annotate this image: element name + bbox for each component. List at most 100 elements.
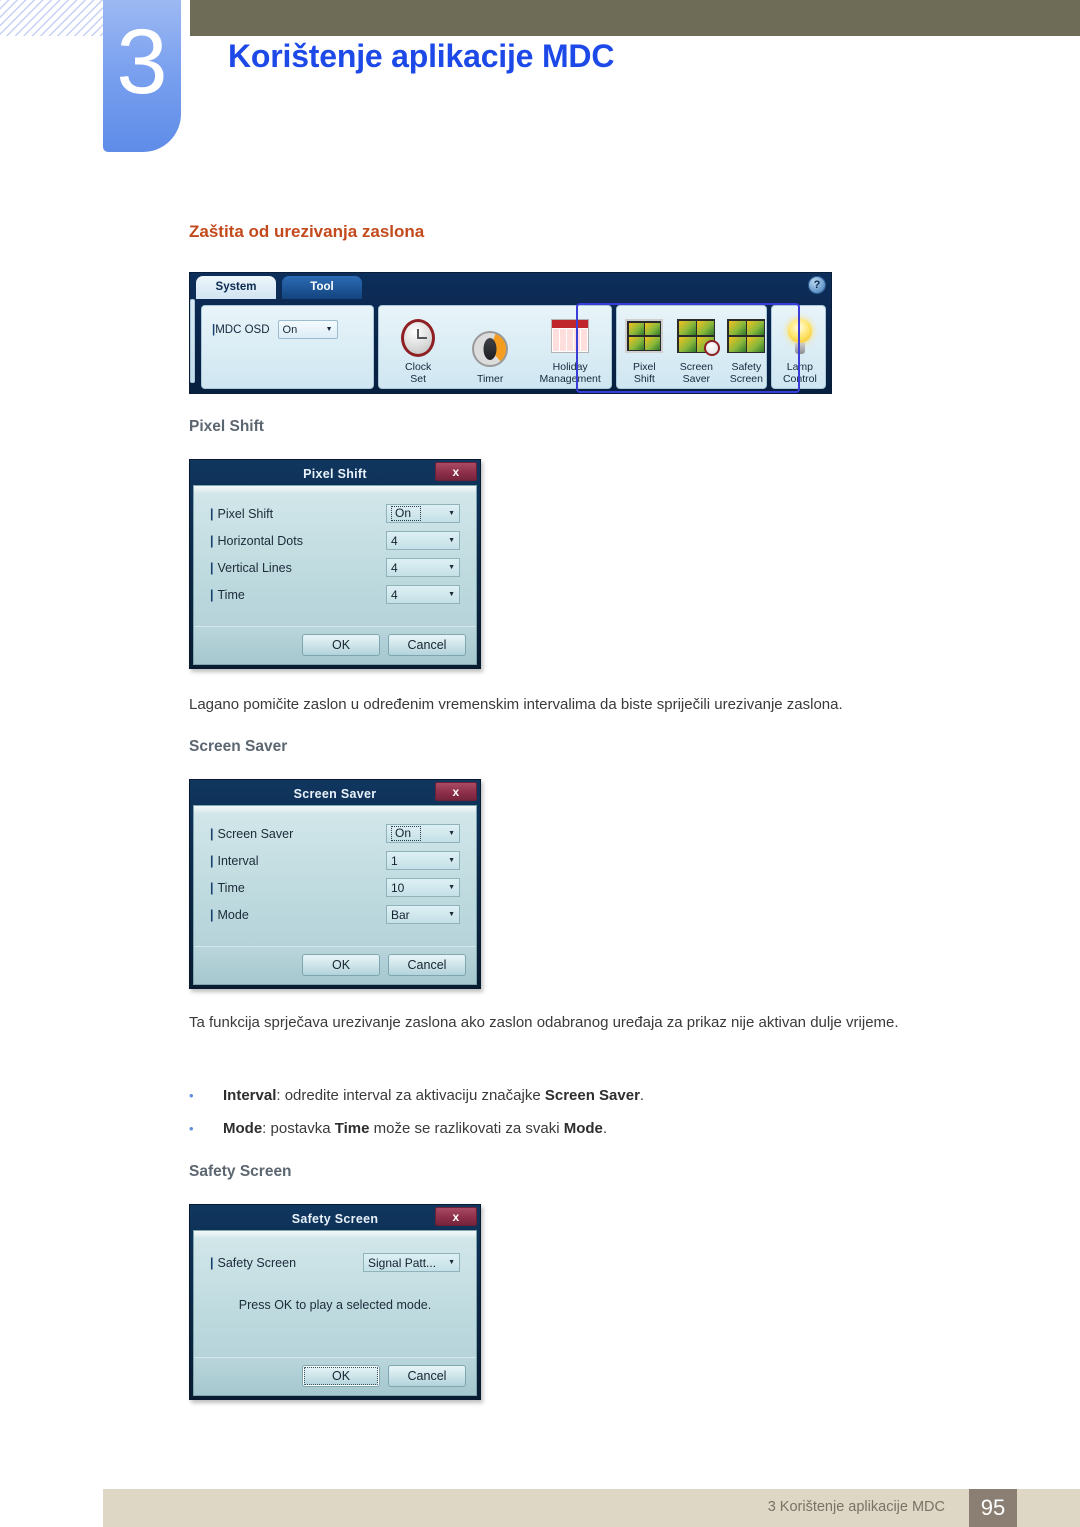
tool-label-line2: Set — [410, 373, 427, 385]
dialog-body: | Safety Screen Signal Patt... ▼ Press OK… — [193, 1230, 477, 1396]
bullet-marker: • — [189, 1088, 194, 1103]
horizontal-dots-dropdown[interactable]: 4 ▼ — [386, 531, 460, 550]
row-label: | Screen Saver — [210, 826, 294, 841]
row-label-text: Mode — [217, 907, 249, 922]
tool-label-line2: Control — [782, 373, 817, 385]
dialog-row: | Vertical Lines 4 ▼ — [210, 554, 460, 581]
dialog-rows: | Pixel Shift On ▼ | Horizontal Dots 4 ▼ |… — [194, 486, 476, 612]
cancel-button[interactable]: Cancel — [388, 634, 466, 656]
row-label-text: Pixel Shift — [217, 506, 274, 521]
safety-screen-note: Press OK to play a selected mode. — [238, 1298, 432, 1312]
dialog-row: | Time 10 ▼ — [210, 874, 460, 901]
time-dropdown[interactable]: 4 ▼ — [386, 585, 460, 604]
tool-holiday-management[interactable]: Holiday Management — [527, 316, 613, 385]
dialog-body: | Screen Saver On ▼ | Interval 1 ▼ | Time — [193, 805, 477, 985]
row-label: | Time — [210, 587, 245, 602]
time-dropdown[interactable]: 10 ▼ — [386, 878, 460, 897]
bullet-text: Mode: postavka Time može se razlikovati … — [223, 1120, 608, 1137]
tool-label-line1: Holiday — [552, 361, 588, 373]
row-label-text: Vertical Lines — [217, 560, 292, 575]
bullet-text: Interval: odredite interval za aktivacij… — [223, 1087, 645, 1104]
tool-timer[interactable]: Timer — [457, 329, 523, 385]
footer-text: 3 Korištenje aplikacije MDC — [767, 1499, 945, 1515]
row-label: | Pixel Shift — [210, 506, 274, 521]
ribbon-group-lamp: Lamp Control — [770, 305, 826, 389]
chevron-down-icon: ▼ — [448, 857, 455, 864]
help-icon[interactable]: ? — [808, 276, 826, 294]
pixel-shift-description: Lagano pomičite zaslon u određenim vreme… — [189, 696, 843, 713]
tool-label-line1: Timer — [476, 373, 504, 385]
tool-label-line2: Management — [539, 373, 601, 385]
calendar-icon — [550, 319, 590, 359]
ok-button[interactable]: OK — [302, 1365, 380, 1387]
row-value: 4 — [391, 533, 398, 548]
row-label: | Vertical Lines — [210, 560, 292, 575]
list-item: • Interval: odredite interval za aktivaci… — [189, 1083, 979, 1109]
list-item: • Mode: postavka Time može se razlikovati… — [189, 1116, 979, 1142]
row-value: 4 — [391, 560, 398, 575]
tool-clock-set[interactable]: Clock Set — [385, 319, 451, 385]
tool-lamp-control[interactable]: Lamp Control — [767, 318, 833, 385]
row-value: 1 — [391, 853, 398, 868]
screen-saver-dropdown[interactable]: On ▼ — [386, 824, 460, 843]
cancel-button[interactable]: Cancel — [388, 1365, 466, 1387]
dialog-row: | Horizontal Dots 4 ▼ — [210, 527, 460, 554]
row-value: Bar — [391, 907, 410, 922]
ok-button[interactable]: OK — [302, 954, 380, 976]
dialog-body: | Pixel Shift On ▼ | Horizontal Dots 4 ▼ |… — [193, 485, 477, 665]
pixel-shift-dialog: Pixel Shift x | Pixel Shift On ▼ | Horizon… — [189, 459, 481, 669]
row-label-text: Screen Saver — [217, 826, 294, 841]
tab-tool[interactable]: Tool — [282, 276, 362, 299]
chevron-down-icon: ▼ — [448, 830, 455, 837]
dialog-row: | Screen Saver On ▼ — [210, 820, 460, 847]
bullet-marker: • — [189, 1121, 194, 1136]
mdc-osd-label: |MDC OSD — [212, 323, 270, 336]
dialog-row: | Interval 1 ▼ — [210, 847, 460, 874]
chevron-down-icon: ▼ — [325, 326, 333, 333]
row-label-text: Interval — [217, 853, 259, 868]
mdc-osd-label-text: MDC OSD — [215, 323, 270, 336]
vertical-lines-dropdown[interactable]: 4 ▼ — [386, 558, 460, 577]
row-value: Signal Patt... — [368, 1255, 437, 1270]
mdc-toolbar-screenshot: System Tool ? |MDC OSD On ▼ Clock Set Ti… — [189, 272, 832, 394]
dialog-rows: | Safety Screen Signal Patt... ▼ Press OK… — [194, 1231, 476, 1322]
chevron-down-icon: ▼ — [448, 911, 455, 918]
dialog-title-text: Safety Screen — [291, 1212, 379, 1226]
dialog-row: | Mode Bar ▼ — [210, 901, 460, 928]
row-label: | Safety Screen — [210, 1255, 297, 1270]
dialog-footer: OK Cancel — [194, 626, 476, 664]
interval-dropdown[interactable]: 1 ▼ — [386, 851, 460, 870]
document-page: 3 Korištenje aplikacije MDC Zaštita od u… — [0, 0, 1080, 1527]
chevron-down-icon: ▼ — [448, 1259, 455, 1266]
close-icon[interactable]: x — [435, 462, 477, 481]
ribbon-group-screen-protection: Pixel Shift Screen Saver Safety Screen — [616, 305, 767, 389]
close-icon[interactable]: x — [435, 1207, 477, 1226]
row-label: | Interval — [210, 853, 259, 868]
cancel-button[interactable]: Cancel — [388, 954, 466, 976]
pixel-shift-icon — [624, 319, 664, 359]
row-label-text: Horizontal Dots — [217, 533, 303, 548]
mdc-osd-value: On — [282, 323, 298, 336]
dialog-footer: OK Cancel — [194, 946, 476, 984]
safety-screen-dropdown[interactable]: Signal Patt... ▼ — [363, 1253, 460, 1272]
timer-icon — [470, 331, 510, 371]
header-olive-band — [190, 0, 1080, 36]
screen-saver-dialog: Screen Saver x | Screen Saver On ▼ | Inter… — [189, 779, 481, 989]
chevron-down-icon: ▼ — [448, 510, 455, 517]
screen-saver-icon — [676, 319, 721, 359]
section-heading: Zaštita od urezivanja zaslona — [189, 222, 425, 241]
chevron-down-icon: ▼ — [448, 591, 455, 598]
mode-dropdown[interactable]: Bar ▼ — [386, 905, 460, 924]
ok-button[interactable]: OK — [302, 634, 380, 656]
chapter-number: 3 — [116, 11, 168, 113]
dialog-row: | Time 4 ▼ — [210, 581, 460, 608]
row-label-text: Time — [217, 880, 245, 895]
close-icon[interactable]: x — [435, 782, 477, 801]
dialog-row: | Safety Screen Signal Patt... ▼ — [210, 1249, 460, 1276]
pixel-shift-dropdown[interactable]: On ▼ — [386, 504, 460, 523]
clock-icon — [398, 319, 438, 359]
tab-system[interactable]: System — [196, 276, 276, 299]
tool-label-line1: Clock — [405, 361, 432, 373]
mdc-ribbon-body: |MDC OSD On ▼ Clock Set Timer Holiday Ma… — [190, 299, 831, 393]
mdc-osd-dropdown[interactable]: On ▼ — [277, 320, 338, 339]
